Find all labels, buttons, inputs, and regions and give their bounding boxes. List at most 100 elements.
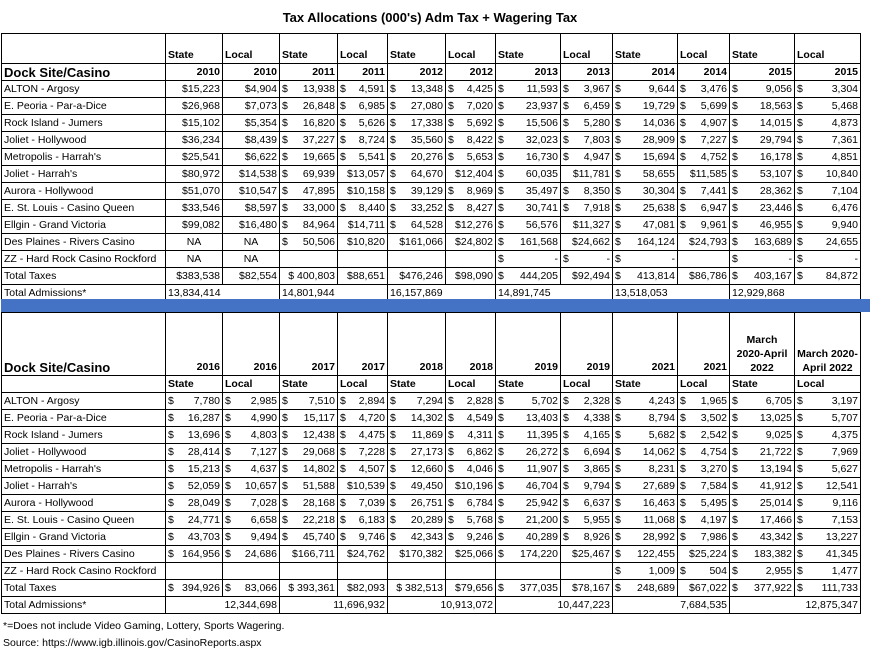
cell-value: 7,028 xyxy=(250,497,277,509)
cell-value: 161,568 xyxy=(520,236,558,248)
cell-value: $51,070 xyxy=(182,185,220,197)
cell-value: 29,794 xyxy=(759,134,792,146)
cell-value: 25,942 xyxy=(525,497,558,509)
value-cell: $4,752 xyxy=(677,148,730,166)
casino-name: ALTON - Argosy xyxy=(1,392,166,410)
value-cell: $10,547 xyxy=(222,182,280,200)
value-cell: $79,656 xyxy=(445,579,496,597)
cell-value: 7,510 xyxy=(308,395,335,407)
value-cell: $10,840 xyxy=(794,165,861,183)
value-cell: $4,803 xyxy=(222,426,280,444)
admissions-value: 12,875,347 xyxy=(729,596,861,614)
row-header-label: Dock Site/Casino xyxy=(1,312,166,376)
cell-value: $11,781 xyxy=(572,168,610,180)
cell-value: 10,657 xyxy=(244,480,277,492)
value-cell: $6,705 xyxy=(729,392,795,410)
cell-value: 60,035 xyxy=(525,168,558,180)
admissions-row: Total Admissions* 12,344,698 11,696,932 10,… xyxy=(1,596,861,614)
currency-symbol: $ xyxy=(498,548,504,560)
value-cell: $4,637 xyxy=(222,460,280,478)
value-cell: $163,689 xyxy=(729,233,795,251)
value-cell: $24,655 xyxy=(794,233,861,251)
value-cell: $33,252 xyxy=(387,199,446,217)
cell-value: 4,475 xyxy=(358,429,385,441)
value-cell: $28,992 xyxy=(612,528,678,546)
currency-symbol: $ xyxy=(390,219,396,231)
table-row: Joliet - Harrah's $80,972 $14,538 $69,939 $1… xyxy=(1,165,861,183)
table-row: Rock Island - Jumers $15,102 $5,354 $16,820… xyxy=(1,114,861,132)
value-cell: $4,873 xyxy=(794,114,861,132)
cell-value: 51,588 xyxy=(302,480,335,492)
cell-value: $10,196 xyxy=(455,480,493,492)
currency-symbol: $ xyxy=(498,395,504,407)
currency-symbol: $ xyxy=(448,531,454,543)
cell-value: 2,985 xyxy=(250,395,277,407)
currency-symbol: $ xyxy=(615,185,621,197)
currency-symbol: $ xyxy=(563,134,569,146)
value-cell: $3,502 xyxy=(677,409,730,427)
year-header: 2021 xyxy=(612,312,678,376)
currency-symbol: $ xyxy=(498,429,504,441)
currency-symbol: $ xyxy=(282,202,288,214)
value-cell: $7,803 xyxy=(560,131,613,149)
cell-value: 3,304 xyxy=(831,83,858,95)
year-header: 2019 xyxy=(560,312,613,376)
value-cell: $14,036 xyxy=(612,114,678,132)
cell-value: 20,289 xyxy=(410,514,443,526)
casino-name: Joliet - Harrah's xyxy=(1,477,166,495)
casino-name: Metropolis - Harrah's xyxy=(1,460,166,478)
currency-symbol: $ xyxy=(498,514,504,526)
cell-value: 35,497 xyxy=(525,185,558,197)
table-row: E. Peoria - Par-a-Dice $16,287 $4,990 $15,1… xyxy=(1,409,861,427)
cell-value: $10,820 xyxy=(347,236,385,248)
value-cell: $383,538 xyxy=(165,267,223,285)
currency-symbol: $ xyxy=(615,582,621,594)
value-cell: $5,707 xyxy=(794,409,861,427)
cell-value: $79,656 xyxy=(455,582,493,594)
cell-value: $12,276 xyxy=(455,219,493,231)
year-header-row: Dock Site/Casino 2010 2010 2011 2011 2012 2012… xyxy=(1,63,861,81)
value-cell: $14,538 xyxy=(222,165,280,183)
currency-symbol: $ xyxy=(168,531,174,543)
value-cell: $25,014 xyxy=(729,494,795,512)
value-cell: $377,035 xyxy=(495,579,561,597)
cell-value: 18,563 xyxy=(759,100,792,112)
value-cell: $3,865 xyxy=(560,460,613,478)
value-cell: $13,227 xyxy=(794,528,861,546)
value-cell: $12,404 xyxy=(445,165,496,183)
column-label: State xyxy=(387,375,446,393)
column-label: State xyxy=(387,33,446,64)
currency-symbol: $ xyxy=(390,531,396,543)
cell-value: 2,328 xyxy=(583,395,610,407)
value-cell: $16,820 xyxy=(279,114,338,132)
cell-value: 13,938 xyxy=(302,83,335,95)
currency-symbol: $ xyxy=(498,582,504,594)
value-cell: $16,463 xyxy=(612,494,678,512)
cell-value: 164,956 xyxy=(182,548,220,560)
value-cell: $9,746 xyxy=(337,528,388,546)
cell-value: 12,541 xyxy=(825,480,858,492)
value-cell: $5,627 xyxy=(794,460,861,478)
table-row: E. St. Louis - Casino Queen $24,771 $6,658… xyxy=(1,511,861,529)
cell-value: 7,104 xyxy=(831,185,858,197)
cell-value: $383,538 xyxy=(176,270,220,282)
cell-value: 163,689 xyxy=(754,236,792,248)
value-cell: $19,729 xyxy=(612,97,678,115)
value-cell: $13,403 xyxy=(495,409,561,427)
value-cell: $24,662 xyxy=(560,233,613,251)
currency-symbol: $ xyxy=(797,134,803,146)
cell-value: 64,528 xyxy=(410,219,443,231)
cell-value: 183,382 xyxy=(754,548,792,560)
cell-value: 5,955 xyxy=(583,514,610,526)
currency-symbol: $ xyxy=(615,429,621,441)
cell-value: 12,438 xyxy=(302,429,335,441)
currency-symbol: $ xyxy=(225,412,231,424)
cell-value: 4,507 xyxy=(358,463,385,475)
year-header: 2015 xyxy=(794,63,861,81)
cell-value: 26,751 xyxy=(410,497,443,509)
admissions-value: 7,684,535 xyxy=(612,596,730,614)
currency-symbol: $ xyxy=(225,531,231,543)
table-row: Ellgin - Grand Victoria $99,082 $16,480 $84… xyxy=(1,216,861,234)
cell-value: 47,895 xyxy=(302,185,335,197)
casino-name: Ellgin - Grand Victoria xyxy=(1,216,166,234)
